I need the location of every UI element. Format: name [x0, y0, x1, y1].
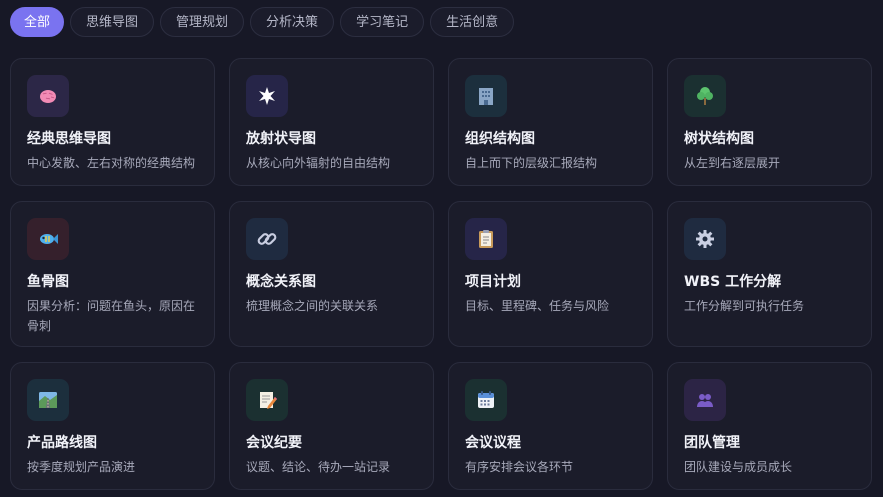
template-card-radial-map[interactable]: 放射状导图 从核心向外辐射的自由结构	[229, 58, 434, 186]
building-icon	[465, 75, 507, 117]
tab-all[interactable]: 全部	[10, 7, 65, 37]
template-grid: 经典思维导图 中心发散、左右对称的经典结构 放射状导图 从核心向外辐射的自由结构	[10, 58, 872, 490]
card-description: 工作分解到可执行任务	[684, 299, 805, 313]
template-gallery: 全部 思维导图 管理规划 分析决策 学习笔记 生活创意 经典思维导图 中心发散、…	[0, 0, 883, 497]
memo-icon	[246, 379, 288, 421]
team-icon	[684, 379, 726, 421]
clipboard-icon	[465, 218, 507, 260]
card-description: 有序安排会议各环节	[465, 460, 574, 474]
card-description: 因果分析：问题在鱼头，原因在骨刺	[27, 299, 196, 333]
starburst-icon	[246, 75, 288, 117]
card-title: 鱼骨图	[27, 274, 69, 290]
calendar-icon	[465, 379, 507, 421]
tab-life-creativity[interactable]: 生活创意	[430, 7, 515, 37]
category-tabs: 全部 思维导图 管理规划 分析决策 学习笔记 生活创意	[10, 7, 515, 37]
card-description: 自上而下的层级汇报结构	[465, 156, 598, 170]
card-title: 概念关系图	[246, 274, 316, 290]
card-description: 按季度规划产品演进	[27, 460, 136, 474]
tab-mind-map[interactable]: 思维导图	[70, 7, 155, 37]
template-card-org-chart[interactable]: 组织结构图 自上而下的层级汇报结构	[448, 58, 653, 186]
template-card-concept-map[interactable]: 概念关系图 梳理概念之间的关联关系	[229, 201, 434, 347]
template-card-project-plan[interactable]: 项目计划 目标、里程碑、任务与风险	[448, 201, 653, 347]
road-icon	[27, 379, 69, 421]
card-description: 团队建设与成员成长	[684, 460, 793, 474]
gear-icon	[684, 218, 726, 260]
brain-icon	[27, 75, 69, 117]
tab-study-notes[interactable]: 学习笔记	[340, 7, 425, 37]
card-description: 从左到右逐层展开	[684, 156, 781, 170]
card-title: 组织结构图	[465, 131, 535, 147]
card-description: 议题、结论、待办一站记录	[246, 460, 391, 474]
card-title: 会议纪要	[246, 435, 302, 451]
template-card-team-management[interactable]: 团队管理 团队建设与成员成长	[667, 362, 872, 490]
link-icon	[246, 218, 288, 260]
template-card-classic-mind-map[interactable]: 经典思维导图 中心发散、左右对称的经典结构	[10, 58, 215, 186]
card-description: 从核心向外辐射的自由结构	[246, 156, 391, 170]
card-description: 目标、里程碑、任务与风险	[465, 299, 610, 313]
card-description: 梳理概念之间的关联关系	[246, 299, 379, 313]
template-card-fishbone[interactable]: 鱼骨图 因果分析：问题在鱼头，原因在骨刺	[10, 201, 215, 347]
card-title: WBS 工作分解	[684, 274, 782, 290]
card-title: 会议议程	[465, 435, 521, 451]
template-card-meeting-agenda[interactable]: 会议议程 有序安排会议各环节	[448, 362, 653, 490]
tree-icon	[684, 75, 726, 117]
template-card-meeting-minutes[interactable]: 会议纪要 议题、结论、待办一站记录	[229, 362, 434, 490]
template-card-wbs[interactable]: WBS 工作分解 工作分解到可执行任务	[667, 201, 872, 347]
card-title: 产品路线图	[27, 435, 97, 451]
fish-icon	[27, 218, 69, 260]
card-title: 放射状导图	[246, 131, 316, 147]
card-title: 团队管理	[684, 435, 740, 451]
card-description: 中心发散、左右对称的经典结构	[27, 156, 196, 170]
template-card-tree-chart[interactable]: 树状结构图 从左到右逐层展开	[667, 58, 872, 186]
card-title: 树状结构图	[684, 131, 754, 147]
tab-management-planning[interactable]: 管理规划	[160, 7, 245, 37]
template-card-product-roadmap[interactable]: 产品路线图 按季度规划产品演进	[10, 362, 215, 490]
tab-analysis-decision[interactable]: 分析决策	[250, 7, 335, 37]
card-title: 项目计划	[465, 274, 521, 290]
card-title: 经典思维导图	[27, 131, 111, 147]
